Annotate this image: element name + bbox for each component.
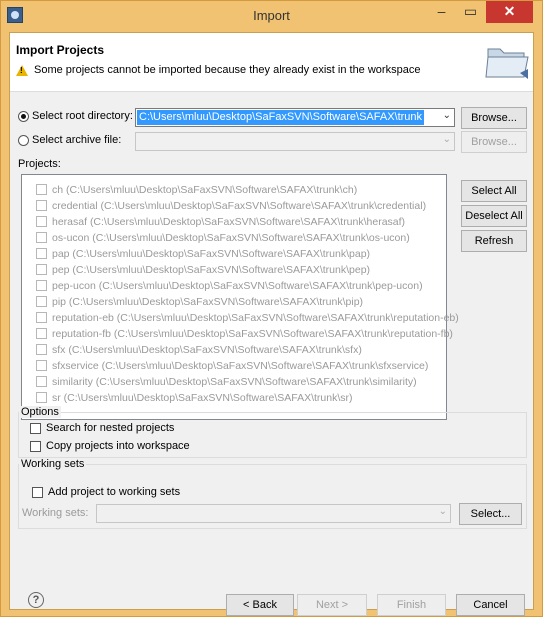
checkbox[interactable] — [36, 344, 47, 355]
import-window: Import – ▭ ✕ Import Projects ! Some proj… — [0, 0, 543, 617]
chevron-down-icon: ⌄ — [442, 134, 451, 145]
copy-projects-label: Copy projects into workspace — [46, 440, 190, 452]
checkbox[interactable] — [36, 184, 47, 195]
checkbox[interactable] — [32, 486, 43, 498]
archive-file-combo: ⌄ — [135, 132, 455, 151]
add-to-working-sets-checkbox[interactable]: Add project to working sets — [32, 486, 180, 498]
options-group: Options Search for nested projects Copy … — [18, 406, 527, 458]
checkbox[interactable] — [36, 248, 47, 259]
chevron-down-icon[interactable]: ⌄ — [443, 110, 451, 121]
checkbox[interactable] — [36, 296, 47, 307]
search-nested-checkbox[interactable]: Search for nested projects — [30, 422, 174, 434]
next-button: Next > — [297, 594, 367, 616]
root-directory-value[interactable]: C:\Users\mluu\Desktop\SaFaxSVN\Software\… — [137, 110, 425, 125]
checkbox[interactable] — [36, 264, 47, 275]
list-item[interactable]: pap (C:\Users\mluu\Desktop\SaFaxSVN\Soft… — [36, 246, 370, 261]
working-sets-label: Working sets: — [22, 507, 89, 519]
list-item[interactable]: herasaf (C:\Users\mluu\Desktop\SaFaxSVN\… — [36, 214, 405, 229]
checkbox[interactable] — [36, 232, 47, 243]
list-item[interactable]: sfx (C:\Users\mluu\Desktop\SaFaxSVN\Soft… — [36, 342, 362, 357]
list-item[interactable]: sr (C:\Users\mluu\Desktop\SaFaxSVN\Softw… — [36, 390, 353, 405]
root-directory-combo[interactable]: C:\Users\mluu\Desktop\SaFaxSVN\Software\… — [135, 108, 455, 127]
minimize-icon[interactable]: – — [428, 1, 455, 23]
close-icon[interactable]: ✕ — [486, 1, 533, 23]
working-sets-combo: ⌄ — [96, 504, 451, 523]
header-message: ! Some projects cannot be imported becau… — [16, 64, 420, 76]
working-sets-title: Working sets — [19, 458, 87, 470]
header-message-text: Some projects cannot be imported because… — [34, 64, 421, 76]
copy-projects-checkbox[interactable]: Copy projects into workspace — [30, 440, 190, 452]
checkbox[interactable] — [36, 280, 47, 291]
dialog-content: Import Projects ! Some projects cannot b… — [9, 32, 534, 616]
cancel-button[interactable]: Cancel — [456, 594, 525, 616]
list-item[interactable]: os-ucon (C:\Users\mluu\Desktop\SaFaxSVN\… — [36, 230, 410, 245]
checkbox[interactable] — [36, 216, 47, 227]
working-sets-group: Working sets Add project to working sets… — [18, 458, 527, 529]
select-working-sets-button[interactable]: Select... — [459, 503, 522, 525]
select-all-button[interactable]: Select All — [461, 180, 527, 202]
dialog-header: Import Projects ! Some projects cannot b… — [10, 33, 533, 92]
list-item[interactable]: pip (C:\Users\mluu\Desktop\SaFaxSVN\Soft… — [36, 294, 363, 309]
checkbox[interactable] — [36, 392, 47, 403]
select-archive-label: Select archive file: — [32, 134, 122, 146]
list-item[interactable]: pep (C:\Users\mluu\Desktop\SaFaxSVN\Soft… — [36, 262, 370, 277]
browse-root-button[interactable]: Browse... — [461, 107, 527, 129]
add-to-working-sets-label: Add project to working sets — [48, 486, 181, 498]
folder-icon — [485, 48, 529, 79]
select-archive-radio[interactable]: Select archive file: — [18, 134, 121, 146]
refresh-button[interactable]: Refresh — [461, 230, 527, 252]
list-item[interactable]: similarity (C:\Users\mluu\Desktop\SaFaxS… — [36, 374, 417, 389]
back-button[interactable]: < Back — [226, 594, 294, 616]
select-root-radio[interactable]: Select root directory: — [18, 110, 133, 122]
search-nested-label: Search for nested projects — [46, 422, 175, 434]
radio-button[interactable] — [18, 110, 29, 122]
deselect-all-button[interactable]: Deselect All — [461, 205, 527, 227]
checkbox[interactable] — [36, 200, 47, 211]
select-root-label: Select root directory: — [32, 110, 133, 122]
list-item[interactable]: pep-ucon (C:\Users\mluu\Desktop\SaFaxSVN… — [36, 278, 423, 293]
header-title: Import Projects — [16, 43, 105, 57]
projects-list[interactable]: ch (C:\Users\mluu\Desktop\SaFaxSVN\Softw… — [21, 174, 459, 420]
checkbox[interactable] — [36, 312, 47, 323]
title-bar: Import – ▭ ✕ — [1, 1, 542, 31]
maximize-icon[interactable]: ▭ — [457, 1, 484, 23]
radio-button[interactable] — [18, 134, 29, 146]
list-item[interactable]: credential (C:\Users\mluu\Desktop\SaFaxS… — [36, 198, 426, 213]
chevron-down-icon: ⌄ — [438, 506, 447, 517]
checkbox[interactable] — [36, 376, 47, 387]
list-item[interactable]: reputation-eb (C:\Users\mluu\Desktop\SaF… — [36, 310, 459, 325]
warning-icon: ! — [16, 64, 28, 76]
checkbox[interactable] — [30, 422, 41, 434]
options-title: Options — [19, 406, 61, 418]
checkbox[interactable] — [30, 440, 41, 452]
list-item[interactable]: reputation-fb (C:\Users\mluu\Desktop\SaF… — [36, 326, 453, 341]
help-icon[interactable]: ? — [28, 592, 44, 608]
finish-button: Finish — [377, 594, 446, 616]
list-item[interactable]: ch (C:\Users\mluu\Desktop\SaFaxSVN\Softw… — [36, 182, 357, 197]
browse-archive-button: Browse... — [461, 131, 527, 153]
checkbox[interactable] — [36, 328, 47, 339]
projects-label: Projects: — [18, 158, 61, 170]
list-item[interactable]: sfxservice (C:\Users\mluu\Desktop\SaFaxS… — [36, 358, 428, 373]
checkbox[interactable] — [36, 360, 47, 371]
